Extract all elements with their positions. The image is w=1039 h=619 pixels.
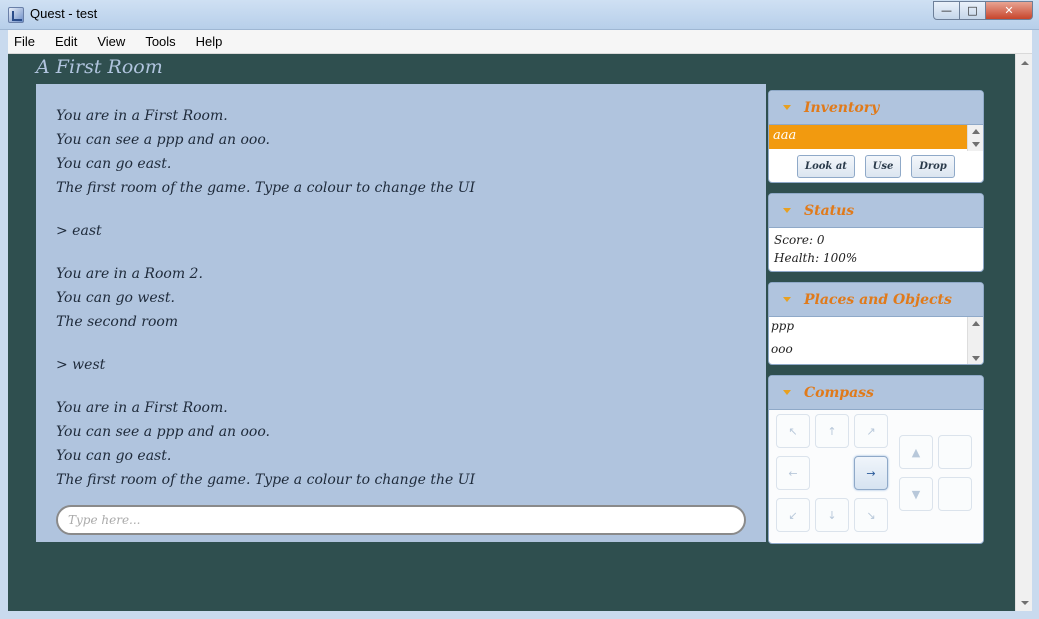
status-pane: Status Score: 0 Health: 100% [768,193,984,272]
title-bar: Quest - test — □ ✕ [0,0,1039,30]
scroll-up-icon[interactable] [972,321,980,326]
compass-body: ↖ ↑ ↗ ← → ↙ ↓ ↘ ▲ ▼ [769,410,983,542]
compass-pane: Compass ↖ ↑ ↗ ← → ↙ ↓ ↘ ▲ ▼ [768,375,984,544]
place-object-item[interactable]: ppp [769,317,983,340]
window-frame-right [1032,30,1039,619]
scroll-down-icon[interactable] [1021,601,1029,605]
compass-down-button[interactable]: ▼ [899,477,933,511]
places-pane: Places and Objects ppp ooo [768,282,984,365]
use-button[interactable]: Use [865,155,901,178]
health-text: Health: 100% [774,251,858,265]
compass-east-button[interactable]: → [854,456,888,490]
window-controls: — □ ✕ [933,1,1033,20]
inventory-buttons: Look at Use Drop [769,151,983,182]
inventory-title: Inventory [804,99,880,116]
places-title: Places and Objects [804,291,952,308]
output-paragraph: You are in a First Room. You can see a p… [56,396,746,492]
collapse-arrow-icon [783,105,791,110]
collapse-arrow-icon [783,208,791,213]
drop-button[interactable]: Drop [911,155,955,178]
score-text: Score: 0 [774,233,825,247]
minimize-button[interactable]: — [933,1,960,20]
scroll-down-icon[interactable] [972,356,980,361]
scroll-down-icon[interactable] [972,142,980,147]
place-object-item[interactable]: ooo [769,340,983,363]
output-line: The first room of the game. Type a colou… [56,472,476,488]
inventory-scrollbar[interactable] [967,125,983,151]
status-header[interactable]: Status [769,194,983,228]
places-scrollbar[interactable] [967,317,983,364]
inventory-item[interactable]: aaa [769,125,967,149]
compass-northeast-button[interactable]: ↗ [854,414,888,448]
output-paragraph: You are in a Room 2. You can go west. Th… [56,262,746,334]
maximize-button[interactable]: □ [960,1,986,20]
game-output: You are in a First Room. You can see a p… [56,104,746,492]
compass-northwest-button[interactable]: ↖ [776,414,810,448]
compass-southwest-button[interactable]: ↙ [776,498,810,532]
inventory-pane: Inventory aaa Look at Use Drop [768,90,984,183]
menu-help[interactable]: Help [196,34,223,49]
room-title: A First Room [36,56,163,78]
echoed-command: > west [56,357,106,373]
collapse-arrow-icon [783,390,791,395]
output-panel: You are in a First Room. You can see a p… [36,84,766,542]
main-scrollbar[interactable] [1015,54,1032,611]
output-line: The second room [56,314,179,330]
compass-south-button[interactable]: ↓ [815,498,849,532]
window-title: Quest - test [30,6,98,21]
compass-up-button[interactable]: ▲ [899,435,933,469]
compass-title: Compass [804,384,874,401]
compass-north-button[interactable]: ↑ [815,414,849,448]
places-list: ppp ooo [769,317,983,364]
compass-in-button[interactable] [938,435,972,469]
scroll-up-icon[interactable] [1021,61,1029,65]
menu-bar: File Edit View Tools Help [0,30,1039,54]
command-input[interactable] [56,505,746,535]
output-line: You can see a ppp and an ooo. [56,424,270,440]
close-button[interactable]: ✕ [986,1,1033,20]
status-title: Status [804,202,855,219]
places-header[interactable]: Places and Objects [769,283,983,317]
echoed-command: > east [56,223,102,239]
window-frame-bottom [0,611,1039,619]
output-line: You can go west. [56,290,175,306]
window-frame-left [0,30,8,619]
output-paragraph: You are in a First Room. You can see a p… [56,104,746,200]
menu-edit[interactable]: Edit [55,34,77,49]
output-line: You can go east. [56,156,172,172]
compass-header[interactable]: Compass [769,376,983,410]
inventory-header[interactable]: Inventory [769,91,983,125]
output-line: You can see a ppp and an ooo. [56,132,270,148]
quest-app-icon [8,7,24,23]
menu-tools[interactable]: Tools [145,34,175,49]
output-line: The first room of the game. Type a colou… [56,180,476,196]
scroll-up-icon[interactable] [972,129,980,134]
output-line: You are in a First Room. [56,400,228,416]
compass-west-button[interactable]: ← [776,456,810,490]
output-line: You are in a First Room. [56,108,228,124]
output-line: You are in a Room 2. [56,266,203,282]
status-body: Score: 0 Health: 100% [769,228,983,270]
menu-view[interactable]: View [97,34,125,49]
look-at-button[interactable]: Look at [797,155,855,178]
compass-out-button[interactable] [938,477,972,511]
menu-file[interactable]: File [14,34,35,49]
compass-southeast-button[interactable]: ↘ [854,498,888,532]
output-line: You can go east. [56,448,172,464]
inventory-list: aaa [769,125,983,151]
collapse-arrow-icon [783,297,791,302]
